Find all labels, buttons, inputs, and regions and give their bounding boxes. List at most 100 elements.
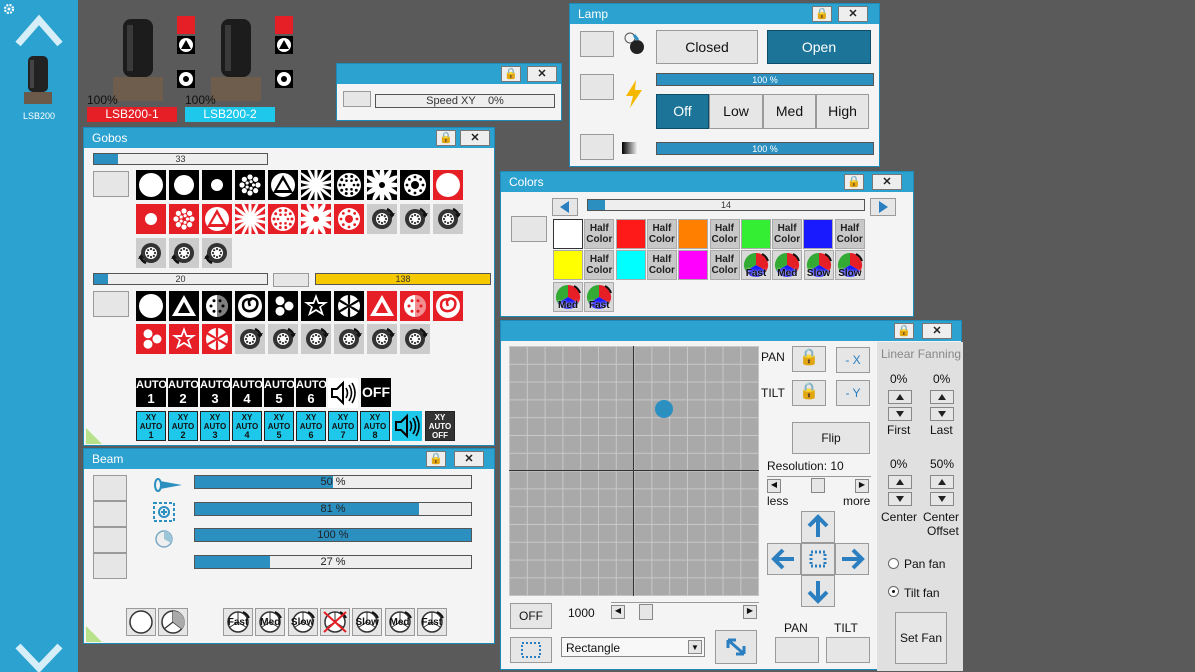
half-color-button[interactable]: Half Color: [709, 250, 740, 280]
gobo-mesh-icon[interactable]: [268, 204, 298, 234]
gobo-flake-icon[interactable]: [334, 291, 364, 321]
fan-center-down-button[interactable]: [888, 492, 912, 506]
gobo-rot-icon[interactable]: [334, 324, 364, 354]
mode-high-button[interactable]: High: [816, 94, 869, 129]
position-dot[interactable]: [655, 399, 673, 418]
close-icon[interactable]: ✕: [460, 130, 490, 146]
dimmer-bar[interactable]: 100 %: [656, 142, 874, 155]
lock-icon[interactable]: 🔒: [812, 6, 832, 22]
strobe-channel-button[interactable]: [580, 74, 614, 100]
color-swatch-1-0[interactable]: [553, 219, 583, 249]
gobo-small-icon[interactable]: [202, 170, 232, 200]
color-swatch-2-2[interactable]: [615, 250, 646, 280]
color-swatch-2-0[interactable]: [553, 250, 583, 280]
prism-rotation-fast-button[interactable]: Fast: [416, 608, 447, 636]
gobo-mesh-icon[interactable]: [334, 170, 364, 200]
open-button[interactable]: Open: [767, 30, 871, 64]
color-wheel-speed-button[interactable]: Fast: [584, 282, 615, 312]
prism-off-button[interactable]: [126, 608, 156, 636]
color-wheel-bar[interactable]: 14: [587, 199, 865, 211]
color-swatch-1-4[interactable]: [678, 219, 709, 249]
close-icon[interactable]: ✕: [838, 6, 868, 22]
prism-rotation-slow-button[interactable]: Slow: [287, 608, 318, 636]
resolution-right-arrow-icon[interactable]: ▶: [855, 479, 869, 493]
effect-off-button[interactable]: OFF: [510, 603, 552, 629]
color-swatch-1-2[interactable]: [615, 219, 646, 249]
gobo-auto-off-button[interactable]: OFF: [361, 378, 391, 407]
beam-bar-4[interactable]: 27 %: [194, 554, 472, 569]
color-prev-button[interactable]: [552, 198, 578, 216]
flip-button[interactable]: Flip: [792, 422, 870, 454]
gobo-burst-icon[interactable]: [301, 170, 331, 200]
set-fan-button[interactable]: Set Fan: [895, 612, 947, 664]
speaker-icon[interactable]: [328, 378, 358, 408]
gobo-tri-icon[interactable]: [268, 170, 298, 200]
color-next-button[interactable]: [870, 198, 896, 216]
gobo-wheel2-channel-button[interactable]: [93, 291, 129, 317]
beam-channel-button-3[interactable]: [93, 527, 127, 553]
xy-auto-3-button[interactable]: XY AUTO 3: [200, 411, 230, 441]
gobo-auto-1-button[interactable]: AUTO 1: [136, 378, 167, 407]
gobo-burst-icon[interactable]: [235, 204, 265, 234]
close-icon[interactable]: ✕: [922, 323, 952, 339]
xy-auto-off-button[interactable]: XY AUTO OFF: [425, 411, 455, 441]
strobe-bar[interactable]: 100 %: [656, 73, 874, 86]
half-color-button[interactable]: Half Color: [709, 219, 740, 249]
half-color-button[interactable]: Half Color: [834, 219, 865, 249]
fixture-2[interactable]: 100% LSB200-2: [185, 12, 293, 122]
shape-dropdown[interactable]: Rectangle ▼: [561, 637, 705, 657]
scroll-down-icon[interactable]: [14, 634, 64, 672]
gobo-star-icon[interactable]: [301, 291, 331, 321]
tilt-fine-button[interactable]: [826, 637, 870, 663]
gobo-tri-icon[interactable]: [202, 204, 232, 234]
gobo-rotate-icon[interactable]: [202, 238, 232, 268]
xy-auto-4-button[interactable]: XY AUTO 4: [232, 411, 262, 441]
pan-lock-button[interactable]: 🔒: [792, 346, 826, 372]
prism-rotation-stop-button[interactable]: [319, 608, 350, 636]
prism-rotation-fast-button[interactable]: Fast: [223, 608, 253, 636]
speed-thumb[interactable]: [639, 604, 653, 620]
gobo-rot-icon[interactable]: [400, 324, 430, 354]
center-button[interactable]: [801, 543, 835, 575]
scroll-up-icon[interactable]: [14, 10, 64, 50]
gobo-flower-icon[interactable]: [367, 170, 397, 200]
shutter-channel-button[interactable]: [580, 31, 614, 57]
lock-icon[interactable]: 🔒: [894, 323, 914, 339]
expand-corner-icon[interactable]: [86, 428, 102, 444]
gobo-spiral-icon[interactable]: [433, 291, 463, 321]
gobo-three-icon[interactable]: [136, 324, 166, 354]
close-icon[interactable]: ✕: [872, 174, 902, 190]
gobo-ring-icon[interactable]: [334, 204, 364, 234]
gobo-small-icon[interactable]: [136, 204, 166, 234]
gobo-auto-5-button[interactable]: AUTO 5: [264, 378, 295, 407]
gobo-rotate-icon[interactable]: [169, 238, 199, 268]
xy-auto-6-button[interactable]: XY AUTO 6: [296, 411, 326, 441]
lock-icon[interactable]: 🔒: [436, 130, 456, 146]
fixture-thumbnail[interactable]: [20, 54, 56, 110]
speaker-icon[interactable]: [392, 411, 422, 441]
half-color-button[interactable]: Half Color: [584, 250, 615, 280]
move-down-button[interactable]: [801, 575, 835, 607]
gobo-rot-icon[interactable]: [367, 324, 397, 354]
closed-button[interactable]: Closed: [656, 30, 758, 64]
move-left-button[interactable]: [767, 543, 801, 575]
speed-xy-bar[interactable]: Speed XY 0%: [375, 94, 555, 108]
speed-right-arrow-icon[interactable]: ▶: [743, 605, 757, 619]
pan-fine-button[interactable]: [775, 637, 819, 663]
gobo-rot-icon[interactable]: [433, 204, 463, 234]
shape-select-icon[interactable]: [510, 637, 552, 663]
resolution-left-arrow-icon[interactable]: ◀: [767, 479, 781, 493]
fan-first-down-button[interactable]: [888, 407, 912, 421]
half-color-button[interactable]: Half Color: [772, 219, 803, 249]
gobo-wheel1-channel-button[interactable]: [93, 171, 129, 197]
gobo-dots-icon[interactable]: [169, 204, 199, 234]
gobo-mid-icon[interactable]: [169, 170, 199, 200]
beam-channel-button-4[interactable]: [93, 553, 127, 579]
lock-icon[interactable]: 🔒: [501, 66, 521, 82]
gobo-dots-icon[interactable]: [235, 170, 265, 200]
lock-icon[interactable]: 🔒: [426, 451, 446, 467]
fan-center-up-button[interactable]: [888, 475, 912, 489]
xy-auto-8-button[interactable]: XY AUTO 8: [360, 411, 390, 441]
pan-fan-radio[interactable]: [888, 558, 899, 569]
fan-first-up-button[interactable]: [888, 390, 912, 404]
